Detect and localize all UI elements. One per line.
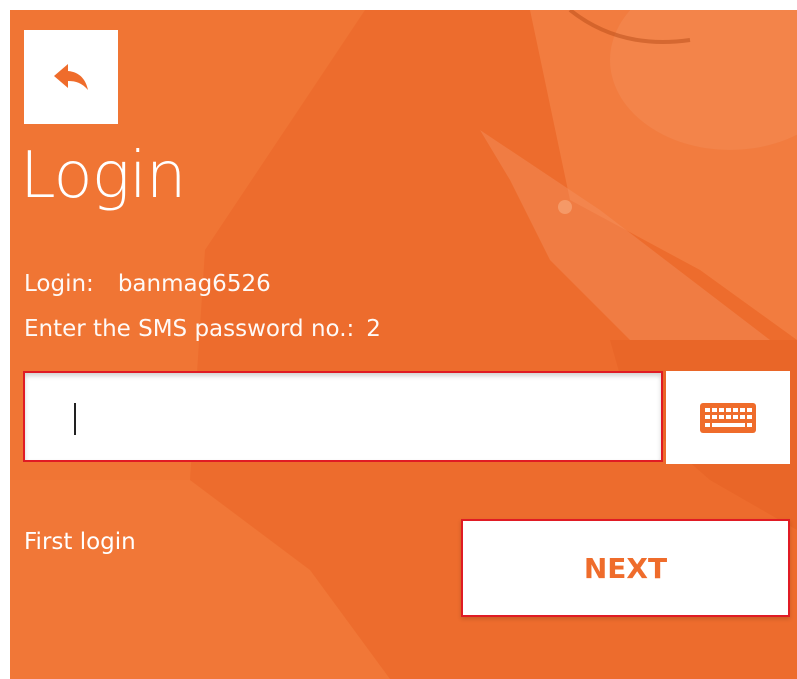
- next-button[interactable]: NEXT: [461, 519, 790, 617]
- back-button[interactable]: [24, 30, 118, 124]
- back-arrow-icon: [54, 64, 88, 90]
- login-label: Login:: [24, 271, 94, 297]
- login-value: banmag6526: [117, 271, 271, 297]
- password-field[interactable]: [23, 371, 663, 462]
- login-info: Login: banmag6526: [24, 269, 271, 299]
- sms-password-input[interactable]: [25, 373, 661, 460]
- text-cursor: [74, 403, 76, 435]
- sms-prompt-label: Enter the SMS password no.:: [24, 316, 355, 342]
- page-title: Login: [20, 139, 186, 213]
- keyboard-button[interactable]: [666, 371, 790, 464]
- first-login-link[interactable]: First login: [24, 527, 136, 557]
- sms-prompt-number: 2: [366, 316, 381, 342]
- login-screen: Login Login: banmag6526 Enter the SMS pas…: [10, 10, 797, 679]
- keyboard-icon: [700, 402, 756, 433]
- sms-prompt: Enter the SMS password no.: 2: [24, 314, 381, 344]
